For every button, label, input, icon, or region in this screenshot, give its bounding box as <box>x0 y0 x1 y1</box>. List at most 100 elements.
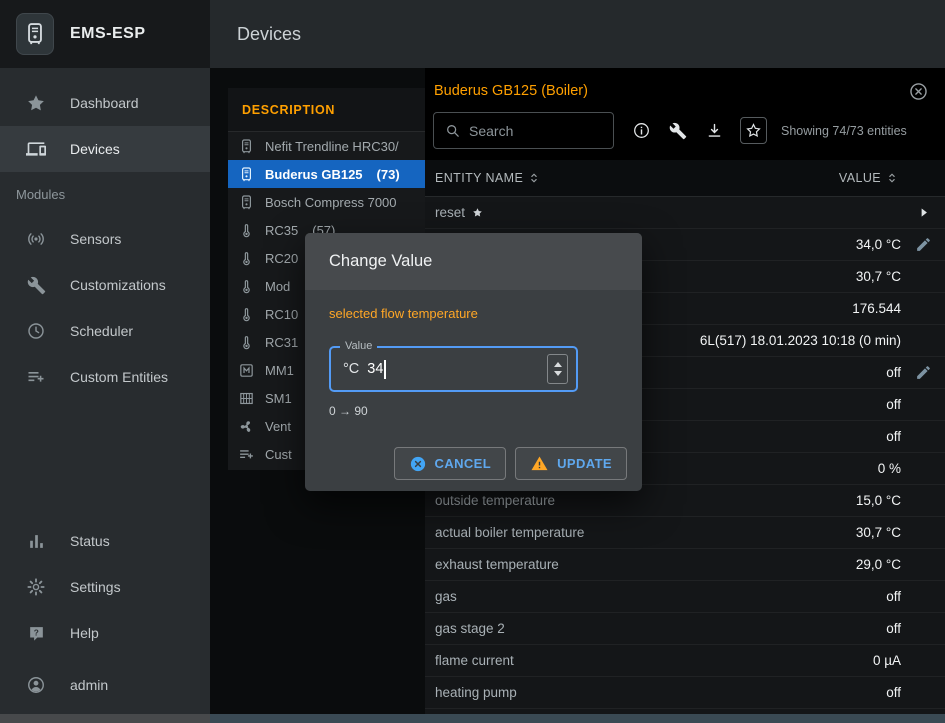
sidebar-item-status[interactable]: Status <box>0 518 210 564</box>
dialog-entity-name: selected flow temperature <box>329 306 618 321</box>
clock-icon <box>25 321 47 341</box>
page-title: Devices <box>237 24 301 45</box>
boiler-icon <box>238 166 256 183</box>
entity-name: gas <box>435 589 457 604</box>
entity-row-actual-boiler-temperature: actual boiler temperature 30,7 °C <box>425 517 945 549</box>
entity-value: off <box>886 397 901 412</box>
search-toolbar: Showing 74/73 entities <box>433 112 907 149</box>
edit-pencil-icon[interactable] <box>915 364 932 381</box>
search-box <box>433 112 614 149</box>
favorite-star-icon <box>472 207 483 218</box>
thermostat-icon <box>238 278 256 295</box>
device-row-bosch[interactable]: Bosch Compress 7000 <box>228 188 425 216</box>
device-label: RC35 <box>265 223 298 238</box>
solar-module-icon <box>238 390 256 407</box>
value-text: 34 <box>367 361 383 377</box>
device-label: MM1 <box>265 363 294 378</box>
entity-name: gas stage 2 <box>435 621 505 636</box>
device-row-buderus-gb125[interactable]: Buderus GB125(73) <box>228 160 425 188</box>
entity-value: 0 µA <box>873 653 901 668</box>
sidebar-item-custom-entities[interactable]: Custom Entities <box>0 354 210 400</box>
value-range-hint: 0 → 90 <box>329 404 618 418</box>
playlist-add-icon <box>25 367 47 387</box>
close-icon[interactable] <box>908 81 929 102</box>
entity-value: off <box>886 365 901 380</box>
modules-section-label: Modules <box>0 172 210 216</box>
entity-value: off <box>886 589 901 604</box>
entity-value: 6L(517) 18.01.2023 10:18 (0 min) <box>700 333 901 348</box>
download-icon[interactable] <box>705 121 724 140</box>
device-count: (73) <box>377 167 400 182</box>
device-label: SM1 <box>265 391 292 406</box>
entity-table-header: ENTITY NAME VALUE <box>425 160 945 197</box>
sidebar-item-label: admin <box>70 677 108 693</box>
entity-value: off <box>886 429 901 444</box>
edit-pencil-icon[interactable] <box>915 236 932 253</box>
sidebar-item-admin[interactable]: admin <box>0 662 210 708</box>
sidebar-item-devices[interactable]: Devices <box>0 126 210 172</box>
entity-value: off <box>886 685 901 700</box>
entity-row-reset[interactable]: reset <box>425 197 945 229</box>
devices-icon <box>25 139 47 159</box>
scrollbar-thumb[interactable] <box>210 714 945 723</box>
entity-value: 15,0 °C <box>856 493 901 508</box>
device-label: RC20 <box>265 251 298 266</box>
entity-name: outside temperature <box>435 493 555 508</box>
device-label: Mod <box>265 279 290 294</box>
update-button[interactable]: UPDATE <box>515 447 627 480</box>
entity-row-exhaust-temperature: exhaust temperature 29,0 °C <box>425 549 945 581</box>
sidebar-item-settings[interactable]: Settings <box>0 564 210 610</box>
horizontal-scrollbar[interactable] <box>0 714 945 723</box>
sidebar-item-label: Status <box>70 533 110 549</box>
stepper-down-icon[interactable] <box>554 371 562 376</box>
search-icon <box>444 122 461 139</box>
favorites-filter-button[interactable] <box>740 117 767 144</box>
search-input[interactable] <box>469 123 594 139</box>
thermostat-icon <box>238 334 256 351</box>
value-unit: °C <box>343 361 359 377</box>
entity-name: flame current <box>435 653 514 668</box>
entity-value: 29,0 °C <box>856 557 901 572</box>
sort-icon <box>527 171 541 185</box>
boiler-icon <box>238 194 256 211</box>
cancel-button[interactable]: CANCEL <box>394 447 507 480</box>
star-outline-icon <box>745 122 762 139</box>
column-value[interactable]: VALUE <box>839 171 899 185</box>
entity-row-gas: gas off <box>425 581 945 613</box>
cancel-icon <box>409 455 427 473</box>
stepper-up-icon[interactable] <box>554 362 562 367</box>
value-input[interactable]: Value °C 34 <box>329 346 578 392</box>
entity-value: 0 % <box>878 461 901 476</box>
device-label: RC10 <box>265 307 298 322</box>
sidebar-item-label: Custom Entities <box>70 369 168 385</box>
sidebar-item-customizations[interactable]: Customizations <box>0 262 210 308</box>
run-command-arrow-icon[interactable] <box>916 205 931 220</box>
entity-panel-header: Buderus GB125 (Boiler) Showing 74/73 ent… <box>425 68 945 160</box>
info-icon[interactable] <box>632 121 651 140</box>
text-caret <box>384 360 386 379</box>
column-entity-name[interactable]: ENTITY NAME <box>435 171 839 185</box>
value-input-label: Value <box>340 340 377 352</box>
scrollbar-left-segment <box>0 714 210 723</box>
entity-name: actual boiler temperature <box>435 525 584 540</box>
app-brand: EMS-ESP <box>70 25 146 43</box>
sidebar-item-label: Sensors <box>70 231 121 247</box>
device-list-header: DESCRIPTION <box>228 88 425 132</box>
sidebar-item-label: Dashboard <box>70 95 139 111</box>
sidebar-item-dashboard[interactable]: Dashboard <box>0 80 210 126</box>
entity-row-flame-current: flame current 0 µA <box>425 645 945 677</box>
entity-row-heating-pump: heating pump off <box>425 677 945 709</box>
sidebar-item-sensors[interactable]: Sensors <box>0 216 210 262</box>
entity-name: heating pump <box>435 685 517 700</box>
boiler-icon <box>238 138 256 155</box>
person-icon <box>25 675 47 695</box>
device-label: Nefit Trendline HRC30/ <box>265 139 399 154</box>
playlist-add-icon <box>238 446 256 463</box>
value-stepper[interactable] <box>547 354 568 384</box>
device-row-nefit[interactable]: Nefit Trendline HRC30/ <box>228 132 425 160</box>
sidebar-item-help[interactable]: Help <box>0 610 210 656</box>
wrench-icon <box>25 276 47 295</box>
entity-value: 34,0 °C <box>856 237 901 252</box>
maintenance-wrench-icon[interactable] <box>669 122 687 140</box>
sidebar-item-scheduler[interactable]: Scheduler <box>0 308 210 354</box>
